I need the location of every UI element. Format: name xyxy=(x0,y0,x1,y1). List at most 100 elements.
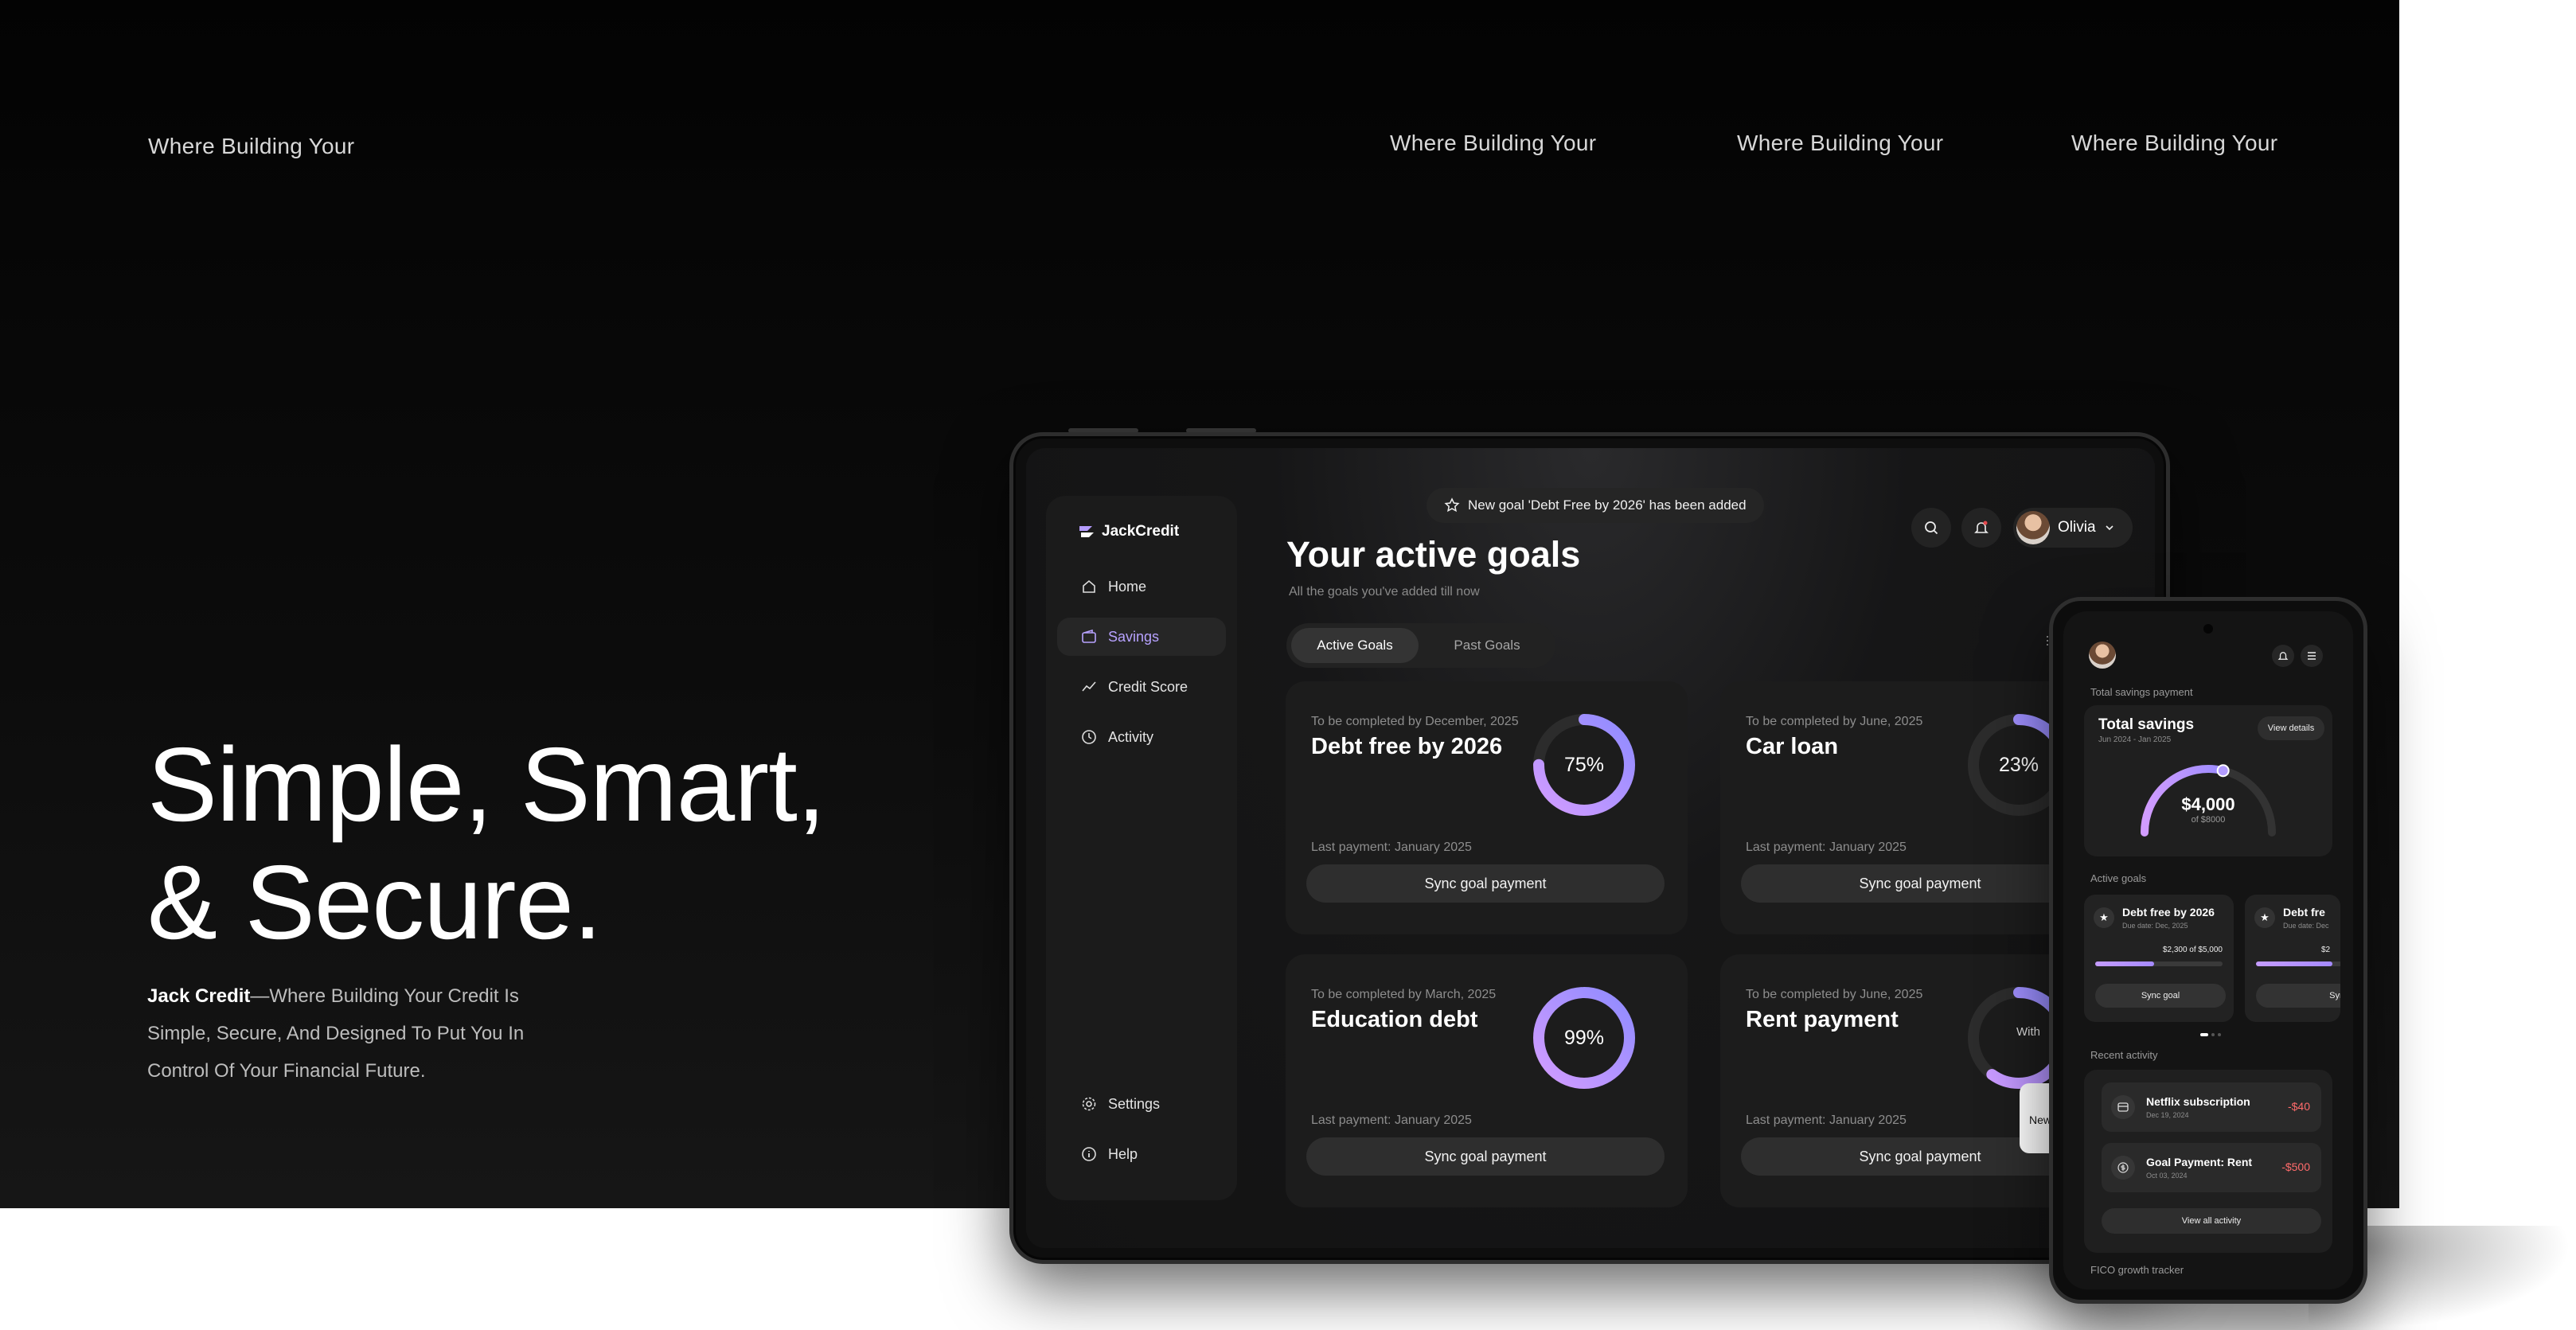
card-icon xyxy=(2111,1095,2135,1119)
chevron-down-icon xyxy=(2105,525,2113,531)
sync-goal-payment-button[interactable]: Sync goal payment xyxy=(1306,1137,1665,1176)
nav-label: Activity xyxy=(1108,728,1154,745)
mini-goal-progress-fill xyxy=(2095,961,2154,966)
tab-active-goals[interactable]: Active Goals xyxy=(1291,628,1419,663)
mini-goal-name: Debt fre xyxy=(2283,906,2325,919)
logo-icon xyxy=(1079,526,1094,537)
sync-goal-payment-button[interactable]: Sync goal payment xyxy=(1741,864,2099,903)
goal-name: Car loan xyxy=(1746,734,1839,759)
mini-goal-name: Debt free by 2026 xyxy=(2122,906,2215,919)
total-savings-label: Total savings payment xyxy=(2090,686,2193,698)
nav-item-help[interactable]: Help xyxy=(1057,1135,1226,1173)
clock-icon xyxy=(1082,730,1096,744)
goal-card[interactable]: To be completed by March, 2025 Education… xyxy=(1286,954,1688,1207)
headline-line-2: & Secure. xyxy=(147,844,603,961)
active-goals-label: Active goals xyxy=(2090,872,2147,884)
sync-goal-button[interactable]: Sync goal xyxy=(2095,984,2226,1008)
mini-goal-card[interactable]: ★ Debt fre Due date: Dec $2 Sync go xyxy=(2245,895,2340,1022)
carousel-dot[interactable] xyxy=(2218,1033,2221,1036)
hero-description: Jack Credit—Where Building Your Credit I… xyxy=(147,977,561,1090)
camera-notch xyxy=(2203,624,2213,634)
avatar xyxy=(2016,511,2050,544)
card-title: Total savings xyxy=(2098,716,2195,733)
avatar[interactable] xyxy=(2089,642,2116,669)
star-icon: ★ xyxy=(2254,907,2275,928)
info-icon xyxy=(1082,1147,1096,1161)
mini-goal-due: Due date: Dec xyxy=(2283,922,2329,930)
activity-name: Netflix subscription xyxy=(2146,1095,2250,1108)
carousel-dot[interactable] xyxy=(2211,1033,2215,1036)
carousel-dots[interactable] xyxy=(2200,1033,2221,1036)
notifications-button[interactable] xyxy=(1961,508,2001,548)
mini-goal-amount: $2 xyxy=(2321,946,2331,954)
goal-card[interactable]: To be completed by December, 2025 Debt f… xyxy=(1286,681,1688,934)
bell-icon xyxy=(1974,521,1989,533)
activity-item[interactable]: Goal Payment: Rent Oct 03, 2024 -$500 xyxy=(2102,1143,2321,1192)
brand-logo[interactable]: JackCredit xyxy=(1078,523,1179,540)
tab-past-goals[interactable]: Past Goals xyxy=(1423,628,1551,663)
mini-goal-progress-fill xyxy=(2256,961,2332,966)
tagline-4: Where Building Your xyxy=(2071,131,2278,155)
nav-item-credit-score[interactable]: Credit Score xyxy=(1057,668,1226,706)
user-menu[interactable]: Olivia xyxy=(2013,508,2133,548)
fico-tracker-label: FICO growth tracker xyxy=(2090,1264,2184,1276)
view-details-button[interactable]: View details xyxy=(2258,716,2324,740)
star-icon: ★ xyxy=(2094,907,2114,928)
view-all-activity-button[interactable]: View all activity xyxy=(2102,1208,2321,1234)
nav-label: Credit Score xyxy=(1108,678,1188,695)
goal-last-payment: Last payment: January 2025 xyxy=(1311,1114,1472,1127)
card-range: Jun 2024 - Jan 2025 xyxy=(2098,735,2172,744)
goal-tabs: Active Goals Past Goals xyxy=(1286,623,1555,668)
savings-amount: $4,000 xyxy=(2181,794,2235,814)
wallet-icon xyxy=(1082,629,1096,643)
search-icon xyxy=(1925,521,1938,535)
activity-item[interactable]: Netflix subscription Dec 19, 2024 -$40 xyxy=(2102,1082,2321,1132)
gauge-knob xyxy=(2216,764,2230,778)
star-icon xyxy=(1444,497,1460,513)
activity-date: Dec 19, 2024 xyxy=(2146,1111,2189,1119)
goal-percent: 75% xyxy=(1563,753,1605,776)
activity-amount: -$500 xyxy=(2281,1160,2310,1173)
phone-bell-button[interactable] xyxy=(2272,645,2294,667)
total-savings-card: Total savings Jun 2024 - Jan 2025 View d… xyxy=(2084,705,2332,856)
goal-due: To be completed by June, 2025 xyxy=(1746,988,1923,1001)
tagline-left: Where Building Your xyxy=(148,134,355,158)
sync-goal-payment-button[interactable]: Sync goal payment xyxy=(1306,864,1665,903)
tablet-screen: JackCredit Home Savings Credit Score Act… xyxy=(1026,448,2155,1248)
mini-goal-card[interactable]: ★ Debt free by 2026 Due date: Dec, 2025 … xyxy=(2084,895,2234,1022)
recent-activity-label: Recent activity xyxy=(2090,1049,2158,1061)
nav-item-activity[interactable]: Activity xyxy=(1057,718,1226,756)
search-button[interactable] xyxy=(1911,508,1951,548)
nav-label: Help xyxy=(1108,1145,1138,1162)
nav-label: Savings xyxy=(1108,628,1160,645)
goal-last-payment: Last payment: January 2025 xyxy=(1311,841,1472,854)
nav-item-settings[interactable]: Settings xyxy=(1057,1085,1226,1123)
page-title: Your active goals xyxy=(1286,534,1581,575)
nav-item-home[interactable]: Home xyxy=(1057,567,1226,606)
sync-goal-button[interactable]: Sync go xyxy=(2256,984,2340,1008)
headline-line-1: Simple, Smart, xyxy=(147,726,826,843)
goal-name: Debt free by 2026 xyxy=(1311,734,1503,759)
goal-due: To be completed by June, 2025 xyxy=(1746,715,1923,728)
recent-activity-card: Netflix subscription Dec 19, 2024 -$40 G… xyxy=(2084,1070,2332,1253)
notification-banner[interactable]: New goal 'Debt Free by 2026' has been ad… xyxy=(1427,488,1764,523)
activity-amount: -$40 xyxy=(2287,1100,2310,1113)
mini-goal-progress-track xyxy=(2256,961,2340,966)
user-name: Olivia xyxy=(2058,519,2096,536)
nav-label: Home xyxy=(1108,578,1147,595)
tagline-3: Where Building Your xyxy=(1737,131,1944,155)
goal-last-payment: Last payment: January 2025 xyxy=(1746,841,1907,854)
carousel-dot-active[interactable] xyxy=(2200,1033,2208,1036)
goal-name: Education debt xyxy=(1311,1007,1478,1032)
page-subtitle: All the goals you've added till now xyxy=(1289,585,1480,599)
phone-screen: Total savings payment Total savings Jun … xyxy=(2063,611,2353,1289)
brand-name: Jack Credit xyxy=(147,985,251,1007)
phone-menu-button[interactable] xyxy=(2301,645,2323,667)
mini-goal-progress-track xyxy=(2095,961,2223,966)
goal-due: To be completed by March, 2025 xyxy=(1311,988,1497,1001)
mini-goal-amount: $2,300 of $5,000 xyxy=(2162,946,2223,954)
goal-last-payment: Last payment: January 2025 xyxy=(1746,1114,1907,1127)
nav-item-savings[interactable]: Savings xyxy=(1057,618,1226,656)
popup-peek-text: New xyxy=(2029,1114,2052,1126)
brand-text: JackCredit xyxy=(1102,523,1180,540)
